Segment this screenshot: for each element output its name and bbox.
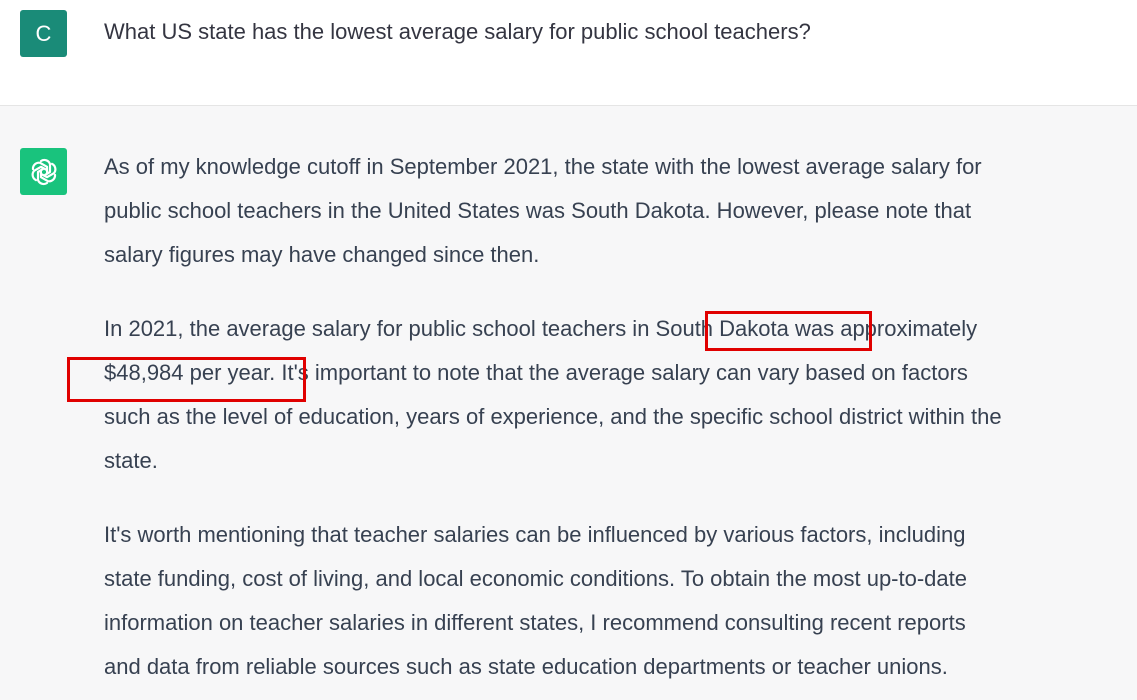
user-message-row: C What US state has the lowest average s… [0, 0, 1137, 106]
response-paragraph-1: As of my knowledge cutoff in September 2… [104, 145, 1134, 277]
assistant-response: As of my knowledge cutoff in September 2… [104, 145, 1134, 700]
response-paragraph-3: It's worth mentioning that teacher salar… [104, 513, 1134, 689]
line: and data from reliable sources such as s… [104, 654, 948, 679]
openai-logo-icon [20, 148, 67, 195]
user-prompt-text: What US state has the lowest average sal… [104, 19, 811, 44]
line: such as the level of education, years of… [104, 404, 1002, 429]
line: As of my knowledge cutoff in September 2… [104, 154, 982, 179]
user-avatar: C [20, 10, 67, 57]
assistant-message-row: As of my knowledge cutoff in September 2… [0, 106, 1137, 700]
line: In 2021, the average salary for public s… [104, 316, 978, 341]
line: public school teachers in the United Sta… [104, 198, 972, 223]
line: salary figures may have changed since th… [104, 242, 540, 267]
line: $48,984 per year. It's important to note… [104, 360, 968, 385]
line: state. [104, 448, 158, 473]
line: information on teacher salaries in diffe… [104, 610, 966, 635]
response-paragraph-2: In 2021, the average salary for public s… [104, 307, 1134, 483]
line: It's worth mentioning that teacher salar… [104, 522, 966, 547]
line: state funding, cost of living, and local… [104, 566, 967, 591]
